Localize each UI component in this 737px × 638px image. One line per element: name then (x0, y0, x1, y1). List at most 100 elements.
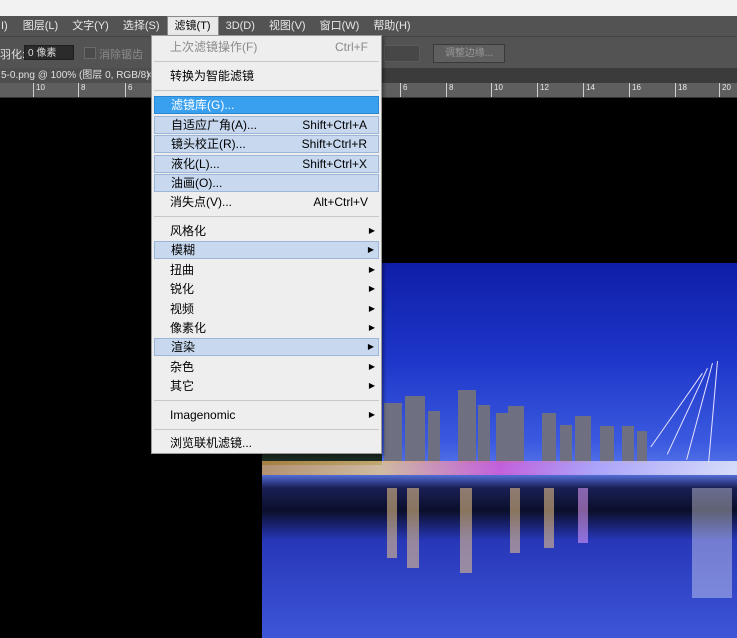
menu-item-label: 消失点(V)... (170, 195, 232, 209)
menu-item-filter-gallery[interactable]: 滤镜库(G)... (154, 96, 379, 114)
menu-3d[interactable]: 3D(D) (219, 16, 262, 36)
menu-divider (154, 429, 379, 430)
menu-select[interactable]: 选择(S) (116, 16, 167, 36)
menu-item-label: 其它 (170, 379, 195, 393)
filter-menu: 上次滤镜操作(F) Ctrl+F 转换为智能滤镜 滤镜库(G)... 自适应广角… (151, 35, 382, 454)
building (575, 416, 591, 463)
menu-item-adaptive-wide-angle[interactable]: 自适应广角(A)... Shift+Ctrl+A (154, 116, 379, 134)
menu-item-label: 模糊 (171, 243, 196, 257)
ruler-label: 10 (491, 83, 503, 97)
menu-item-label: 自适应广角(A)... (171, 118, 257, 132)
document-tab[interactable]: 5-0.png @ 100% (图层 0, RGB/8) × (0, 68, 155, 83)
menu-item-distort[interactable]: 扭曲 ▶ (154, 261, 379, 279)
menu-item-browse-online[interactable]: 浏览联机滤镜... (154, 434, 379, 452)
menu-item-label: Imagenomic (170, 408, 236, 422)
ruler-label: 6 (400, 83, 407, 97)
menu-item-label: 上次滤镜操作(F) (170, 40, 258, 54)
submenu-arrow-icon: ▶ (367, 342, 374, 351)
ruler-label: 14 (583, 83, 595, 97)
building (622, 426, 634, 463)
ruler-label: 8 (78, 83, 85, 97)
menu-item-label: 转换为智能滤镜 (170, 69, 255, 83)
menu-type[interactable]: 文字(Y) (65, 16, 116, 36)
building (458, 390, 476, 463)
menu-divider (154, 400, 379, 401)
feather-label: 羽化: (0, 49, 26, 61)
building (428, 411, 440, 463)
menu-item-vanishing-point[interactable]: 消失点(V)... Alt+Ctrl+V (154, 193, 379, 211)
water-reflection (460, 488, 472, 573)
submenu-arrow-icon: ▶ (368, 362, 375, 371)
menu-item-label: 滤镜库(G)... (171, 98, 235, 112)
bridge-cable (650, 373, 703, 448)
ruler-label: 16 (629, 83, 641, 97)
bridge-cable (708, 361, 718, 463)
building (600, 426, 614, 463)
menu-item-shortcut: Shift+Ctrl+R (301, 137, 367, 151)
menu-image[interactable]: I) (0, 16, 16, 36)
building (384, 403, 402, 463)
menu-item-other[interactable]: 其它 ▶ (154, 377, 379, 395)
building (478, 405, 490, 463)
ruler-label: 6 (125, 83, 132, 97)
menu-item-shortcut: Shift+Ctrl+X (302, 157, 367, 171)
menu-filter[interactable]: 滤镜(T) (166, 16, 219, 36)
menu-item-shortcut: Ctrl+F (335, 40, 368, 54)
menu-divider (154, 216, 379, 217)
submenu-arrow-icon: ▶ (368, 323, 375, 332)
menu-view[interactable]: 视图(V) (262, 16, 313, 36)
menu-item-label: 浏览联机滤镜... (170, 436, 253, 450)
bridge-cable (666, 368, 708, 455)
building (542, 413, 556, 463)
menu-item-lens-correction[interactable]: 镜头校正(R)... Shift+Ctrl+R (154, 135, 379, 153)
submenu-arrow-icon: ▶ (368, 381, 375, 390)
water-reflection (578, 488, 588, 543)
menu-item-stylize[interactable]: 风格化 ▶ (154, 222, 379, 240)
building (508, 406, 524, 463)
submenu-arrow-icon: ▶ (367, 245, 374, 254)
ruler-label: 10 (33, 83, 45, 97)
menu-item-label: 镜头校正(R)... (171, 137, 246, 151)
submenu-arrow-icon: ▶ (368, 304, 375, 313)
submenu-arrow-icon: ▶ (368, 284, 375, 293)
menu-item-noise[interactable]: 杂色 ▶ (154, 358, 379, 376)
bridge-lights (262, 461, 737, 475)
feather-input[interactable]: 0 像素 (24, 45, 74, 60)
menu-layer[interactable]: 图层(L) (16, 16, 65, 36)
antialias-checkbox[interactable] (84, 47, 96, 59)
ruler-label: 12 (537, 83, 549, 97)
window-top-strip (0, 0, 737, 16)
menu-bar: I) 图层(L) 文字(Y) 选择(S) 滤镜(T) 3D(D) 视图(V) 窗… (0, 16, 737, 36)
menu-item-label: 液化(L)... (171, 157, 220, 171)
refine-edge-button[interactable]: 调整边缘... (433, 44, 505, 63)
menu-item-pixelate[interactable]: 像素化 ▶ (154, 319, 379, 337)
water-reflection (387, 488, 397, 558)
menu-help[interactable]: 帮助(H) (366, 16, 417, 36)
menu-item-video[interactable]: 视频 ▶ (154, 300, 379, 318)
menu-item-label: 油画(O)... (171, 176, 223, 190)
menu-item-convert-smart-filter[interactable]: 转换为智能滤镜 (154, 67, 379, 85)
ruler-label: 18 (675, 83, 687, 97)
menu-item-liquify[interactable]: 液化(L)... Shift+Ctrl+X (154, 155, 379, 173)
menu-item-render[interactable]: 渲染 ▶ (154, 338, 379, 356)
menu-item-blur[interactable]: 模糊 ▶ (154, 241, 379, 259)
menu-window[interactable]: 窗口(W) (313, 16, 367, 36)
ruler-label: 8 (446, 83, 453, 97)
height-field[interactable] (384, 45, 420, 62)
water-reflection (407, 488, 419, 568)
building (560, 425, 572, 463)
menu-item-label: 风格化 (170, 224, 207, 238)
menu-item-label: 渲染 (171, 340, 196, 354)
menu-item-shortcut: Alt+Ctrl+V (313, 195, 368, 209)
document-tab-title: 5-0.png @ 100% (图层 0, RGB/8) (1, 70, 150, 81)
menu-divider (154, 90, 379, 91)
ruler-label: 20 (719, 83, 731, 97)
menu-item-label: 像素化 (170, 321, 207, 335)
menu-item-label: 杂色 (170, 360, 195, 374)
water-reflection (692, 488, 732, 598)
menu-item-shortcut: Shift+Ctrl+A (302, 118, 367, 132)
menu-item-imagenomic[interactable]: Imagenomic ▶ (154, 406, 379, 424)
menu-item-last-filter[interactable]: 上次滤镜操作(F) Ctrl+F (154, 38, 379, 56)
menu-item-oil-paint[interactable]: 油画(O)... (154, 174, 379, 192)
menu-item-sharpen[interactable]: 锐化 ▶ (154, 280, 379, 298)
